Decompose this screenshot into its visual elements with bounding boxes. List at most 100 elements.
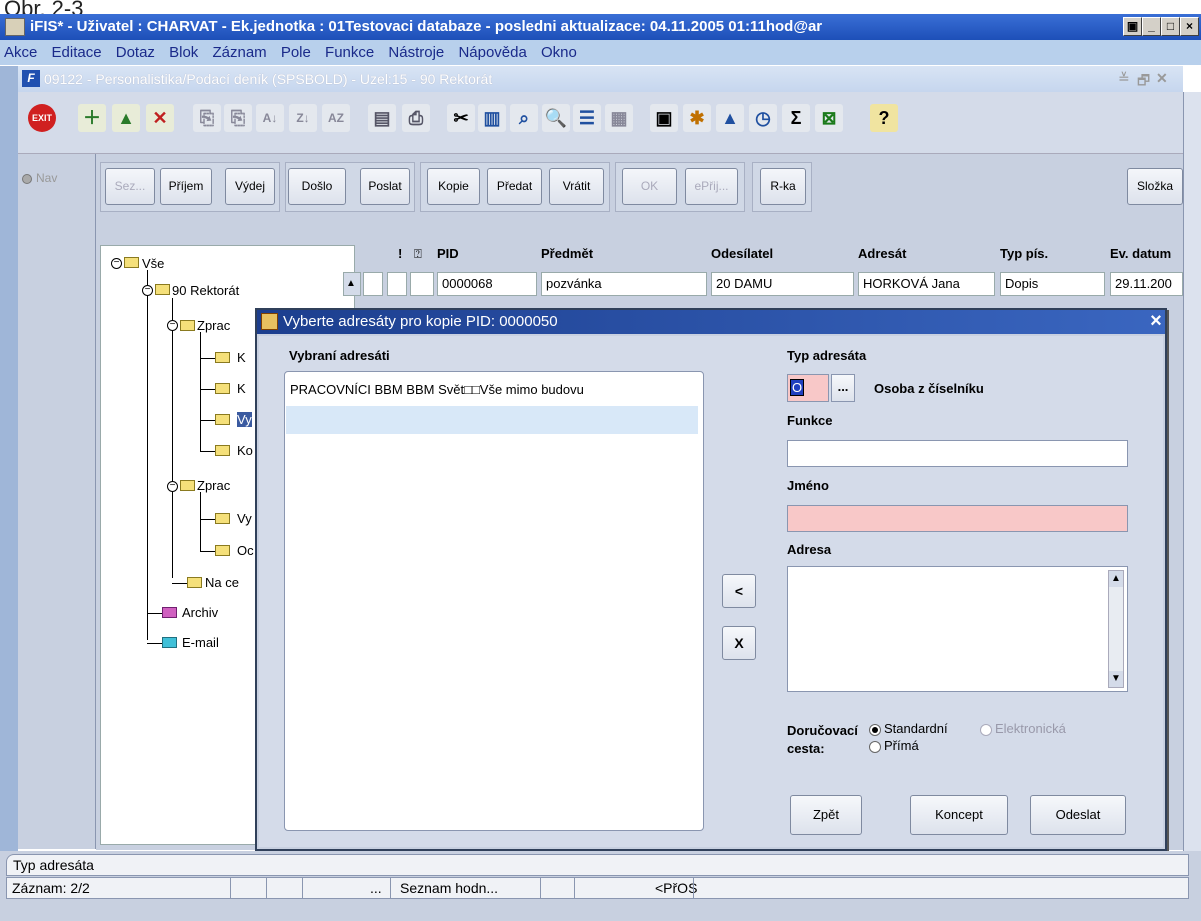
minimize-button[interactable]: _ <box>1142 17 1161 36</box>
cut-icon[interactable]: ✂ <box>447 104 475 132</box>
collapse-icon[interactable]: − <box>167 320 178 331</box>
clock-icon[interactable]: ◷ <box>749 104 777 132</box>
vydej-button[interactable]: Výdej <box>225 168 275 205</box>
subwindow-maximize-icon[interactable]: 🗗 <box>1137 70 1150 94</box>
cell-predmet[interactable]: pozvánka <box>541 272 707 296</box>
tree-node-ko[interactable]: Ko <box>237 443 253 458</box>
collapse-icon[interactable]: − <box>167 481 178 492</box>
menu-zaznam[interactable]: Záznam <box>212 44 266 61</box>
radio-standardni[interactable] <box>869 724 881 736</box>
find-icon[interactable]: ⌕ <box>510 104 538 132</box>
print-preview-icon[interactable]: ⎙ <box>402 104 430 132</box>
remove-recipient-button[interactable]: X <box>722 626 756 660</box>
tree-node-vy-selected[interactable]: Vy <box>237 412 252 427</box>
ok-button[interactable]: OK <box>622 168 677 205</box>
col-header-adresat[interactable]: Adresát <box>858 246 906 261</box>
col-header-predmet[interactable]: Předmět <box>541 246 593 261</box>
recipients-list[interactable] <box>284 371 704 831</box>
copy-record-icon[interactable]: ⎘ <box>224 104 252 132</box>
predat-button[interactable]: Předat <box>487 168 542 205</box>
subwindow-minimize-icon[interactable]: ≚ <box>1118 70 1130 87</box>
tree-node-zprac[interactable]: Zprac <box>197 318 230 333</box>
cell-adresat[interactable]: HORKOVÁ Jana <box>858 272 995 296</box>
col-header-odesilatel[interactable]: Odesílatel <box>711 246 773 261</box>
menu-napoveda[interactable]: Nápověda <box>458 44 526 61</box>
triangle-icon[interactable]: ▲ <box>716 104 744 132</box>
restore-icon[interactable]: ▣ <box>1123 17 1142 36</box>
menu-blok[interactable]: Blok <box>169 44 198 61</box>
prijem-button[interactable]: Příjem <box>160 168 212 205</box>
new-record-icon[interactable]: ＋ <box>78 104 106 132</box>
koncept-button[interactable]: Koncept <box>910 795 1008 835</box>
cell-typ[interactable]: Dopis <box>1000 272 1105 296</box>
radio-elektronicka[interactable] <box>980 724 992 736</box>
menu-editace[interactable]: Editace <box>52 44 102 61</box>
rka-button[interactable]: R-ka <box>760 168 806 205</box>
menu-funkce[interactable]: Funkce <box>325 44 374 61</box>
row-flag-cell[interactable] <box>387 272 407 296</box>
collapse-icon[interactable]: − <box>142 285 153 296</box>
lov-button[interactable]: ... <box>831 374 855 402</box>
nav-label[interactable]: Nav <box>36 171 57 185</box>
tree-node-nace[interactable]: Na ce <box>205 575 239 590</box>
tree-node-email[interactable]: E-mail <box>182 635 219 650</box>
columns-icon[interactable]: ▦ <box>605 104 633 132</box>
insert-record-icon[interactable]: ▲ <box>112 104 140 132</box>
list-icon[interactable]: ☰ <box>573 104 601 132</box>
print-icon[interactable]: ▤ <box>368 104 396 132</box>
collapse-icon[interactable]: − <box>111 258 122 269</box>
tree-node-vse[interactable]: Vše <box>142 256 164 271</box>
subwindow-close-icon[interactable]: ✕ <box>1156 70 1168 87</box>
sort-asc-icon[interactable]: A↓ <box>256 104 284 132</box>
scroll-up-icon[interactable]: ▲ <box>1109 571 1123 587</box>
add-recipient-button[interactable]: < <box>722 574 756 608</box>
tree-node-k2[interactable]: K <box>237 381 246 396</box>
menu-pole[interactable]: Pole <box>281 44 311 61</box>
menu-akce[interactable]: Akce <box>4 44 37 61</box>
adresa-textarea[interactable] <box>787 566 1128 692</box>
copy-field-icon[interactable]: ⎘ <box>193 104 221 132</box>
odeslat-button[interactable]: Odeslat <box>1030 795 1126 835</box>
tree-node-rektorat[interactable]: 90 Rektorát <box>172 283 239 298</box>
cell-odesilatel[interactable]: 20 DAMU <box>711 272 854 296</box>
tree-node-zprac2[interactable]: Zprac <box>197 478 230 493</box>
sort-multi-icon[interactable]: AZ <box>322 104 350 132</box>
col-header-ev-datum[interactable]: Ev. datum <box>1110 246 1183 261</box>
close-button[interactable]: × <box>1180 17 1199 36</box>
exit-icon[interactable]: EXIT <box>28 104 56 132</box>
row-checkbox[interactable] <box>363 272 383 296</box>
tree-node-vy2[interactable]: Vy <box>237 511 252 526</box>
row-scroll-up-icon[interactable]: ▲ <box>343 272 361 296</box>
col-header-typ[interactable]: Typ pís. <box>1000 246 1048 261</box>
puzzle-icon[interactable]: ✱ <box>683 104 711 132</box>
radio-prima[interactable] <box>869 741 881 753</box>
row-attach-cell[interactable] <box>410 272 434 296</box>
tree-node-archiv[interactable]: Archiv <box>182 605 218 620</box>
excel-icon[interactable]: ⊠ <box>815 104 843 132</box>
recipient-row-selected[interactable] <box>286 406 698 434</box>
eprij-button[interactable]: ePřij... <box>685 168 738 205</box>
doslo-button[interactable]: Došlo <box>288 168 346 205</box>
tree-node-k1[interactable]: K <box>237 350 246 365</box>
export-icon[interactable]: ▣ <box>650 104 678 132</box>
cell-pid[interactable]: 0000068 <box>437 272 537 296</box>
funkce-input[interactable] <box>787 440 1128 467</box>
zpet-button[interactable]: Zpět <box>790 795 862 835</box>
col-header-pid[interactable]: PID <box>437 246 459 261</box>
search-icon[interactable]: 🔍 <box>542 104 570 132</box>
dialog-close-button[interactable]: × <box>1146 309 1166 333</box>
scroll-down-icon[interactable]: ▼ <box>1109 671 1123 687</box>
typ-adresata-input[interactable]: O <box>787 374 829 402</box>
menu-okno[interactable]: Okno <box>541 44 577 61</box>
sum-icon[interactable]: Σ <box>782 104 810 132</box>
menu-dotaz[interactable]: Dotaz <box>116 44 155 61</box>
sez-button[interactable]: Sez... <box>105 168 155 205</box>
main-scrollbar[interactable] <box>1183 92 1201 852</box>
kopie-button[interactable]: Kopie <box>427 168 480 205</box>
tree-node-oc[interactable]: Oc <box>237 543 254 558</box>
delete-record-icon[interactable]: ✕ <box>146 104 174 132</box>
jmeno-input[interactable] <box>787 505 1128 532</box>
vratit-button[interactable]: Vrátit <box>549 168 604 205</box>
poslat-button[interactable]: Poslat <box>360 168 410 205</box>
cell-ev-datum[interactable]: 29.11.200 <box>1110 272 1183 296</box>
